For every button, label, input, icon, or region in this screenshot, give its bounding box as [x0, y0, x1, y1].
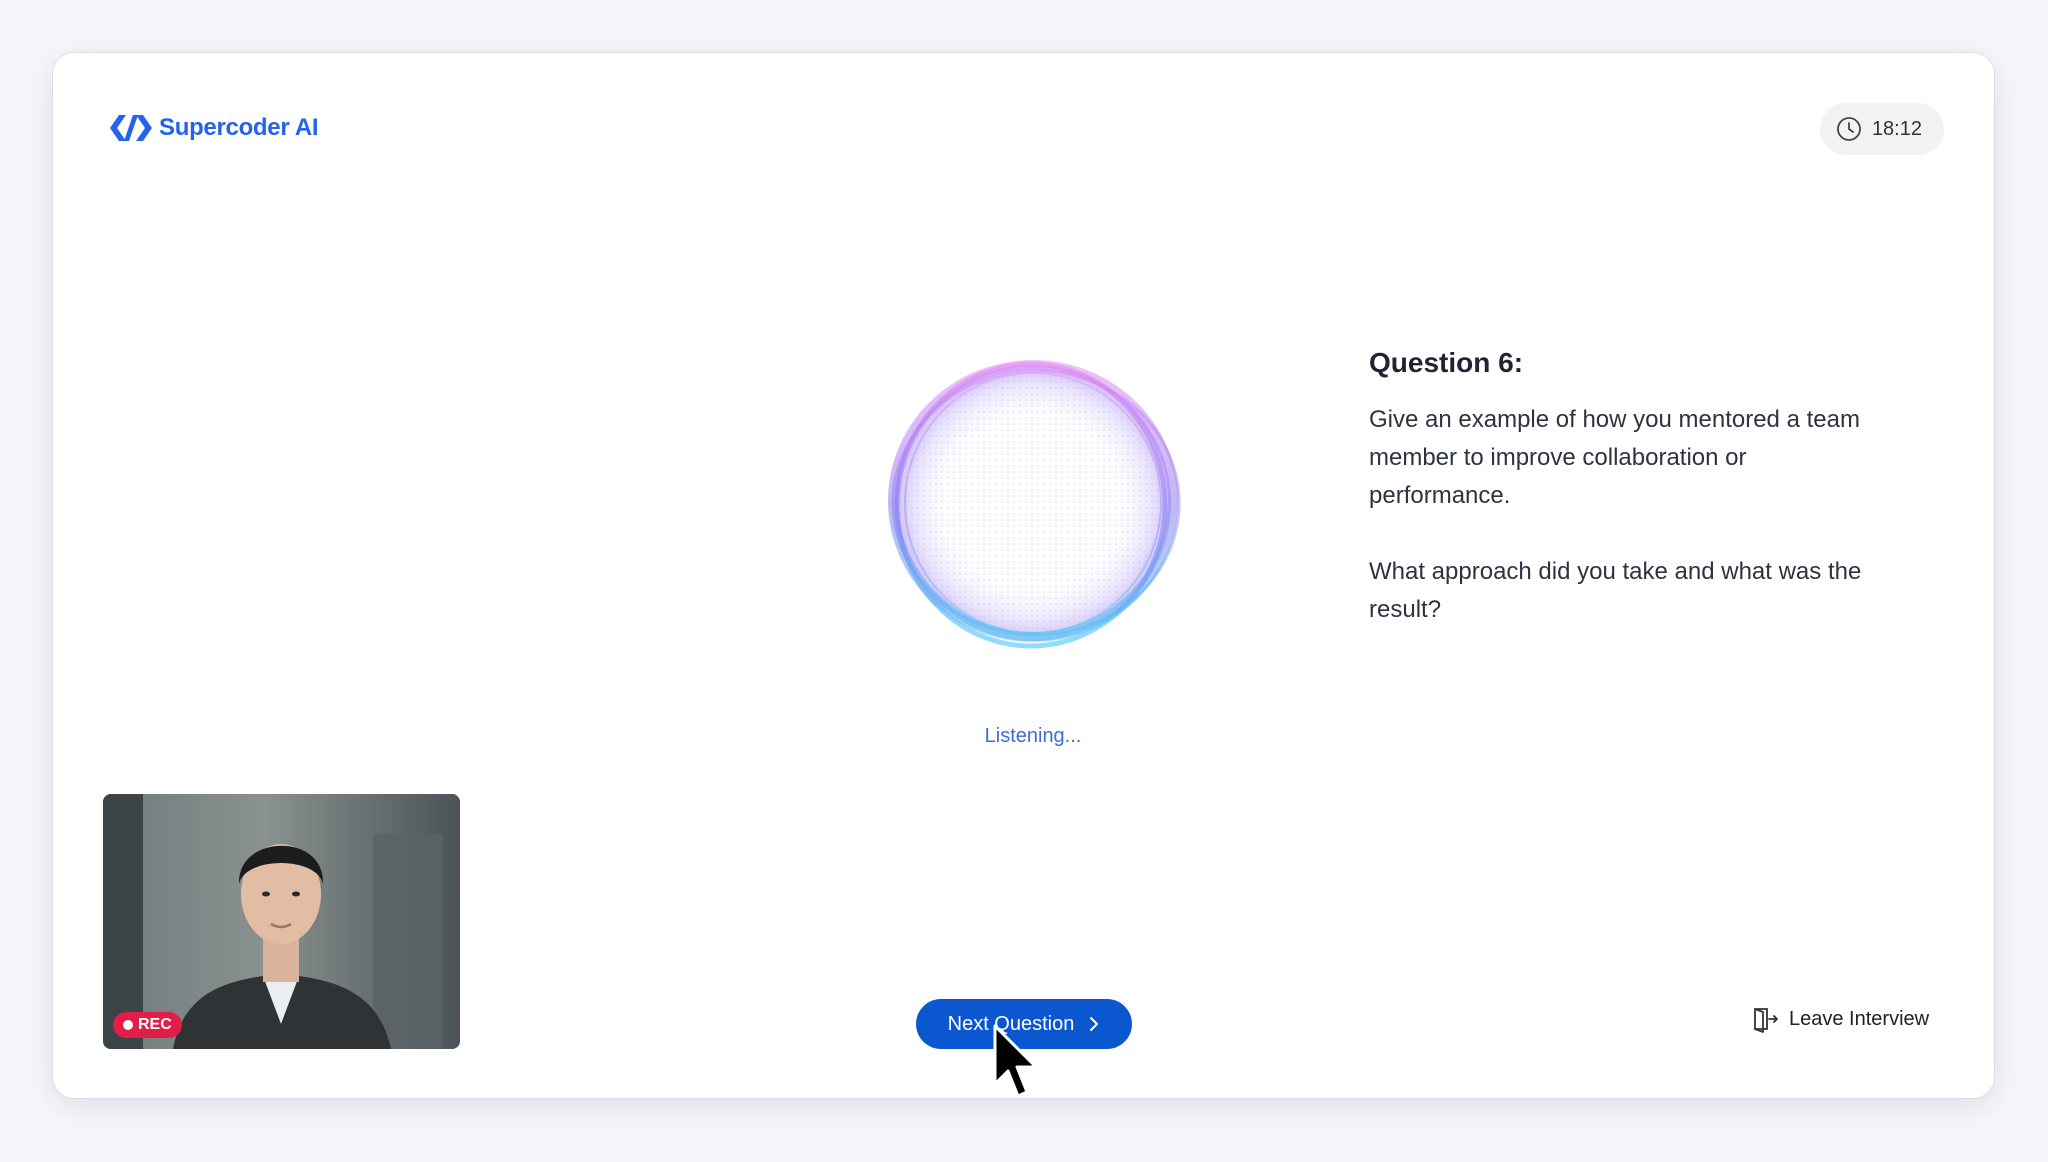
interview-timer: 18:12	[1819, 103, 1944, 155]
voice-orb-graphic	[888, 360, 1181, 649]
chevron-right-icon	[1090, 1017, 1099, 1031]
listening-status: Listening...	[984, 725, 1082, 747]
door-exit-icon	[1754, 1008, 1778, 1033]
timer-value: 18:12	[1871, 117, 1922, 140]
voice-orb	[873, 343, 1193, 663]
leave-interview-button[interactable]: Leave Interview	[1751, 1005, 1929, 1033]
recording-label: REC	[138, 1016, 172, 1033]
interview-card: Supercoder AI 18:12 Listening... Questio…	[52, 52, 1995, 1099]
record-dot-icon	[123, 1020, 133, 1030]
question-paragraph: Give an example of how you mentored a te…	[1369, 406, 1860, 509]
code-brackets-icon	[110, 115, 152, 141]
clock-icon	[1837, 117, 1861, 141]
candidate-video: REC	[103, 794, 460, 1049]
question-panel: Question 6: Give an example of how you m…	[1369, 347, 1869, 629]
leave-interview-label: Leave Interview	[1789, 1007, 1930, 1030]
candidate-video-frame	[103, 794, 460, 1049]
question-paragraph: What approach did you take and what was …	[1369, 558, 1862, 623]
question-title: Question 6:	[1369, 347, 1524, 378]
recording-badge: REC	[113, 1012, 182, 1038]
mouse-pointer-icon	[993, 1024, 1038, 1098]
brand-logo[interactable]: Supercoder AI	[109, 113, 319, 143]
brand-name: Supercoder AI	[159, 114, 319, 141]
